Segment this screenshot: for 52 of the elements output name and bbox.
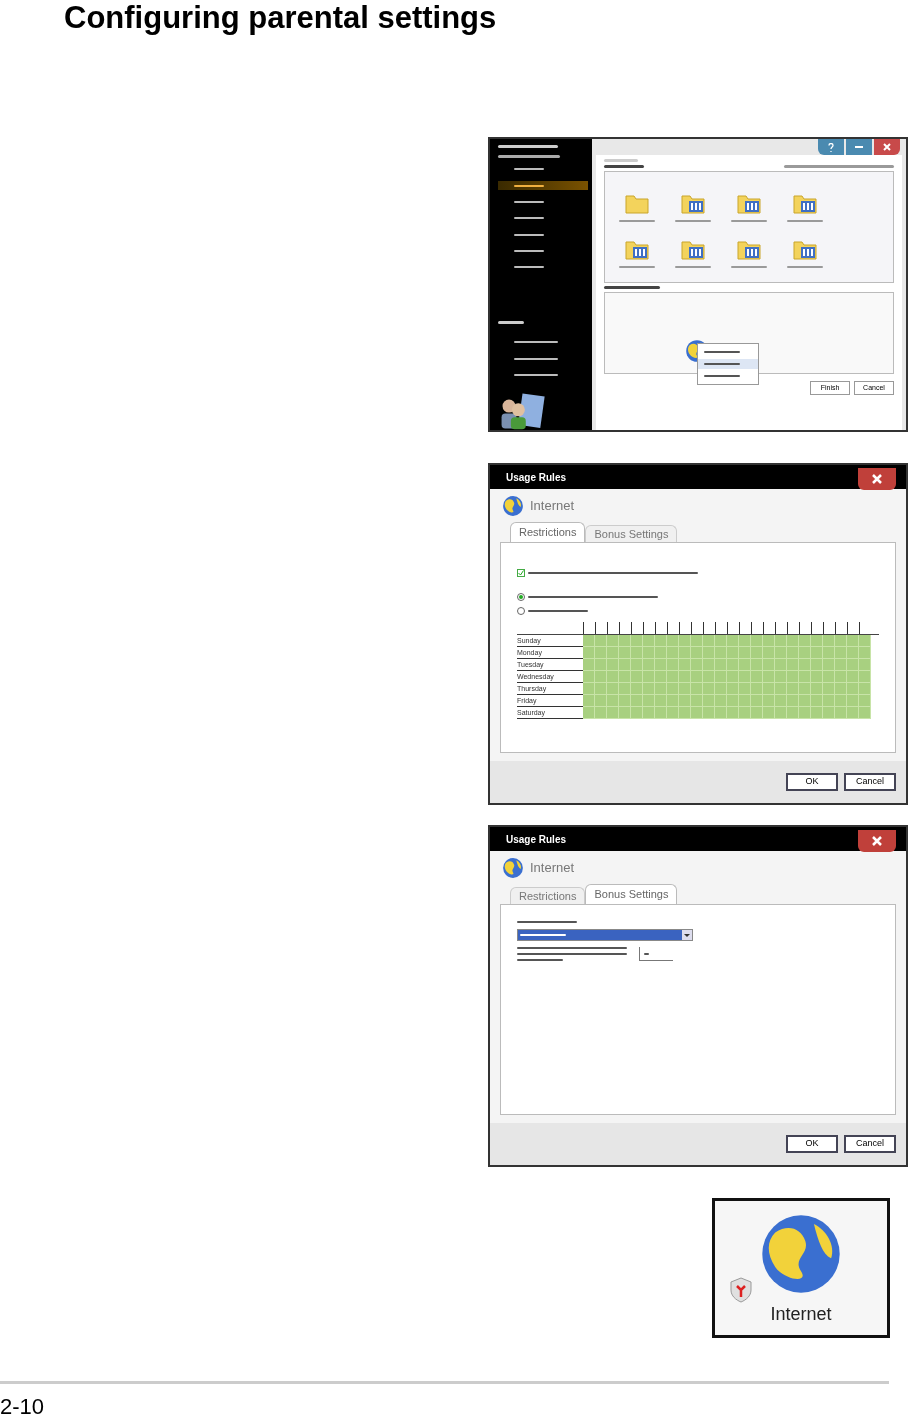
icon-label: Internet	[770, 1303, 832, 1325]
blurred-label	[514, 217, 544, 220]
shield-icon	[729, 1277, 753, 1303]
program-name: Internet	[530, 859, 575, 878]
close-icon	[883, 143, 891, 151]
help-icon	[828, 142, 834, 152]
blurred-label	[514, 357, 558, 360]
page-number: 2-10	[0, 1394, 45, 1420]
check-icon	[518, 570, 524, 576]
close-button[interactable]	[874, 139, 900, 155]
blurred-label	[604, 159, 638, 162]
blurred-label	[514, 184, 544, 187]
tab[interactable]: Restrictions	[510, 522, 586, 542]
tab[interactable]: Restrictions	[510, 887, 586, 904]
minimize-button[interactable]	[846, 139, 872, 155]
help-button[interactable]	[818, 139, 844, 155]
dialog-button[interactable]: Cancel	[844, 1135, 896, 1153]
blurred-label	[514, 168, 544, 171]
page-heading: Configuring parental settings	[64, 0, 498, 36]
close-button[interactable]	[858, 468, 896, 490]
blurred-label	[514, 249, 544, 252]
blurred-label	[514, 266, 544, 269]
tab[interactable]: Bonus Settings	[585, 525, 678, 542]
blurred-label	[514, 200, 544, 203]
dialog-button[interactable]: OK	[786, 773, 838, 791]
blurred-label	[604, 286, 660, 289]
sidebar-item[interactable]	[498, 180, 588, 191]
dropdown[interactable]	[517, 929, 693, 941]
blurred-label	[514, 233, 544, 236]
blurred-label	[514, 341, 558, 344]
globe-icon	[502, 857, 524, 879]
minimize-icon	[855, 146, 863, 148]
window-title: Usage Rules	[506, 832, 567, 847]
blurred-label	[498, 154, 560, 158]
blurred-label	[514, 374, 558, 377]
window-title: Usage Rules	[506, 470, 567, 485]
menu-item[interactable]	[698, 359, 758, 369]
program-name: Internet	[530, 497, 575, 516]
number-field[interactable]	[639, 947, 673, 961]
blurred-label	[644, 952, 649, 955]
tab[interactable]: Bonus Settings	[585, 884, 678, 904]
blurred-label	[498, 145, 558, 148]
radio-button[interactable]	[517, 593, 525, 601]
dialog-button[interactable]: Cancel	[844, 773, 896, 791]
close-icon	[872, 836, 882, 846]
blurred-label	[498, 320, 524, 324]
close-icon	[872, 474, 882, 484]
close-button[interactable]	[858, 830, 896, 852]
blurred-label	[604, 165, 644, 168]
globe-icon	[502, 495, 524, 517]
dialog-button[interactable]: OK	[786, 1135, 838, 1153]
checkbox[interactable]	[517, 569, 525, 577]
